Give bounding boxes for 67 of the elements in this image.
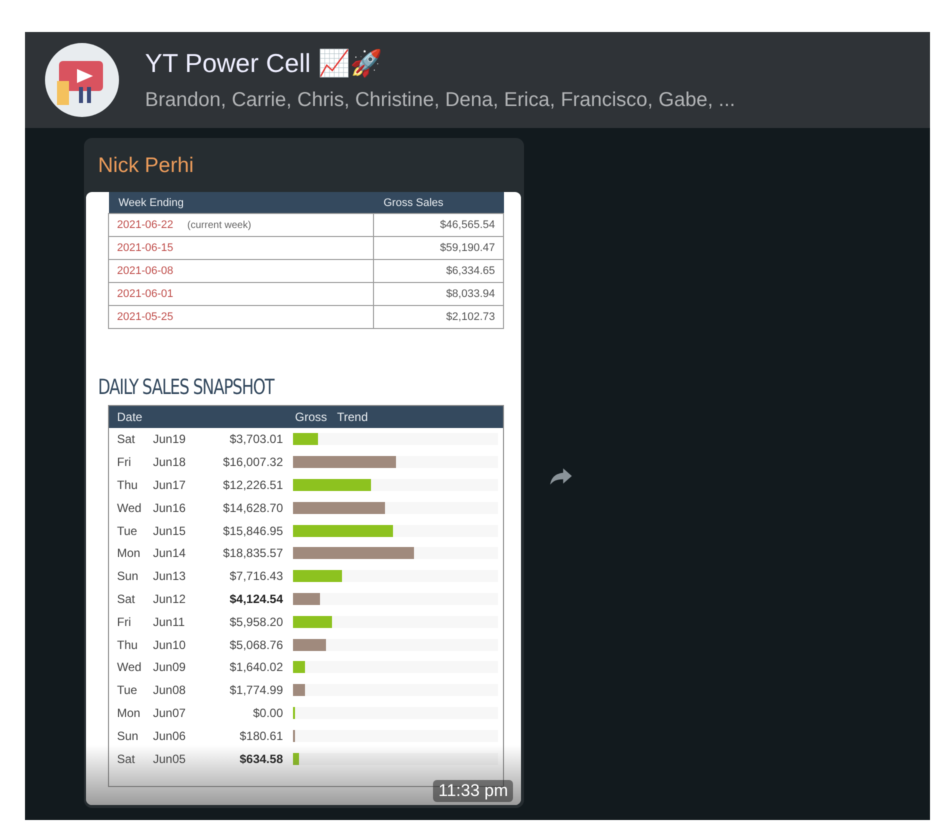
table-cell-text: Sat xyxy=(116,752,136,766)
week-date: 2021-05-25 xyxy=(117,311,174,323)
table-cell-text: $5,068.76 xyxy=(228,638,283,652)
section-title: DAILY SALES SNAPSHOT xyxy=(98,375,276,399)
column-header: Date xyxy=(116,410,144,424)
table-cell-text: $15,846.95 xyxy=(222,524,283,538)
table-cell: $6,334.65 xyxy=(374,260,504,282)
week-date: 2021-06-15 xyxy=(117,242,174,254)
table-cell-text: Sun xyxy=(116,569,140,584)
table-cell-text: Tue xyxy=(116,524,138,538)
table-cell-text: $18,835.57 xyxy=(222,546,283,560)
table-cell: $2,102.73 xyxy=(374,306,504,328)
column-header: Gross xyxy=(294,410,327,424)
table-cell: $8,033.94 xyxy=(374,282,504,306)
table-cell-text: $12,226.51 xyxy=(222,478,283,492)
column-header: Trend xyxy=(337,410,368,424)
member-list: Brandon, Carrie, Chris, Christine, Dena, Erica, Francisco, Gabe, ... xyxy=(145,89,736,112)
table-cell-text: Jun19 xyxy=(153,432,187,446)
table-cell-text: Jun17 xyxy=(153,478,187,492)
table-cell-text: $4,124.54 xyxy=(228,592,283,606)
table-cell-text: Jun10 xyxy=(153,638,187,652)
table-cell-text: $1,774.99 xyxy=(228,683,283,698)
table-cell-text: Thu xyxy=(116,478,139,492)
week-date: 2021-06-22 xyxy=(117,219,174,231)
table-cell-text: Thu xyxy=(116,638,139,652)
week-note: (current week) xyxy=(187,220,252,231)
week-date: 2021-06-01 xyxy=(117,288,174,300)
table-cell-text: Jun13 xyxy=(153,569,187,584)
message-time: 11:33 pm xyxy=(433,780,513,802)
table-cell-text: Jun09 xyxy=(153,660,187,674)
table-cell-text: Jun05 xyxy=(153,752,187,766)
column-header: Week Ending xyxy=(108,192,374,214)
table-cell-text: Mon xyxy=(116,546,142,560)
table-cell-text: Sat xyxy=(116,432,136,446)
table-cell-text: $7,716.43 xyxy=(228,569,283,584)
week-date: 2021-06-08 xyxy=(117,265,174,277)
table-cell-text: $634.58 xyxy=(238,752,283,766)
table-cell-text: Jun15 xyxy=(153,524,187,538)
table-cell-text: Wed xyxy=(116,660,142,674)
table-cell-text: Wed xyxy=(116,500,142,515)
table-cell-text: $0.00 xyxy=(252,706,283,720)
table-cell-text: Jun12 xyxy=(153,592,187,606)
table-cell-text: $5,958.20 xyxy=(228,614,283,629)
column-header: Gross Sales xyxy=(374,192,504,214)
table-cell-text: Jun06 xyxy=(153,728,187,743)
table-cell-text: Fri xyxy=(116,455,132,470)
table-cell: $46,565.54 xyxy=(374,214,504,236)
table-cell: $59,190.47 xyxy=(374,236,504,260)
table-cell-text: Mon xyxy=(116,706,142,720)
table-cell-text: $180.61 xyxy=(238,728,283,743)
table-cell-text: Jun18 xyxy=(153,455,187,470)
table-cell-text: Jun08 xyxy=(153,683,187,698)
table-cell-text: Fri xyxy=(116,614,132,629)
table-cell-text: Sat xyxy=(116,592,136,606)
sender-name: Nick Perhi xyxy=(97,153,195,179)
table-cell-text: Jun16 xyxy=(153,500,187,515)
table-cell-text: Tue xyxy=(116,683,138,698)
table-cell-text: $14,628.70 xyxy=(222,500,283,515)
table-cell-text: Jun14 xyxy=(153,546,187,560)
table-cell-text: $3,703.01 xyxy=(228,432,283,446)
chat-title: YT Power Cell 📈🚀 xyxy=(145,48,383,79)
group-avatar-icon[interactable] xyxy=(45,43,119,117)
table-cell-text: $1,640.02 xyxy=(228,660,283,674)
table-cell-text: Sun xyxy=(116,728,140,743)
table-cell-text: $16,007.32 xyxy=(222,455,283,470)
table-cell-text: Jun07 xyxy=(153,706,187,720)
table-cell-text: Jun11 xyxy=(153,614,186,629)
